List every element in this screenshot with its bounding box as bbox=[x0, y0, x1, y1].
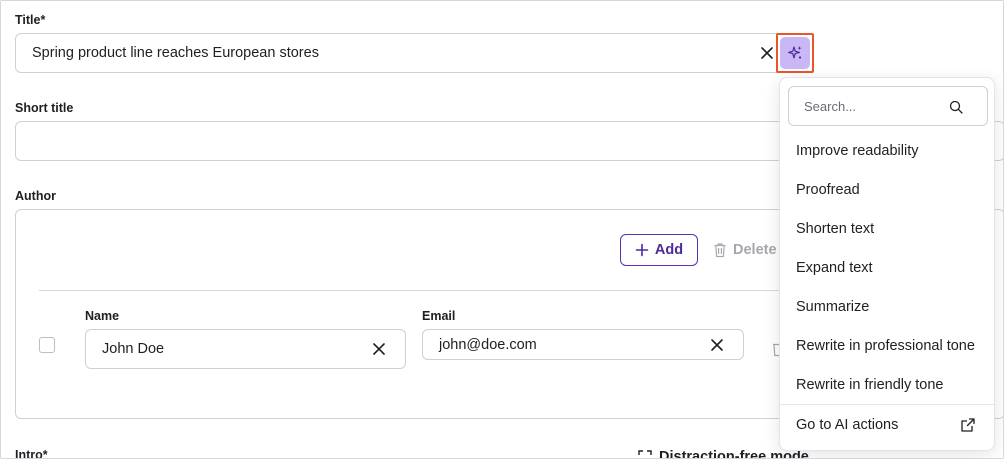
menu-item-label: Rewrite in professional tone bbox=[796, 338, 975, 354]
menu-item-label: Improve readability bbox=[796, 143, 919, 159]
menu-item-friendly-tone[interactable]: Rewrite in friendly tone bbox=[780, 368, 994, 402]
expand-icon bbox=[638, 450, 652, 455]
title-clear-icon[interactable] bbox=[759, 45, 775, 61]
ai-actions-button[interactable] bbox=[776, 33, 814, 73]
intro-label: Intro* bbox=[15, 448, 48, 459]
menu-item-go-to-ai-actions[interactable]: Go to AI actions bbox=[780, 408, 994, 442]
menu-separator bbox=[780, 404, 994, 405]
menu-item-professional-tone[interactable]: Rewrite in professional tone bbox=[780, 329, 994, 363]
email-input-value: john@doe.com bbox=[439, 336, 537, 353]
menu-item-label: Go to AI actions bbox=[796, 417, 899, 433]
title-input-value: Spring product line reaches European sto… bbox=[32, 45, 319, 61]
name-input-value: John Doe bbox=[102, 341, 165, 357]
menu-item-label: Rewrite in friendly tone bbox=[796, 377, 944, 393]
ai-menu-search bbox=[788, 86, 988, 126]
email-clear-icon[interactable] bbox=[709, 337, 725, 353]
short-title-label: Short title bbox=[15, 101, 74, 115]
ai-actions-menu: Improve readability Proofread Shorten te… bbox=[779, 77, 995, 451]
menu-item-label: Shorten text bbox=[796, 221, 875, 237]
menu-item-label: Expand text bbox=[796, 260, 873, 276]
menu-item-expand-text[interactable]: Expand text bbox=[780, 251, 994, 285]
sparkles-icon bbox=[788, 46, 802, 59]
author-row-checkbox[interactable] bbox=[39, 337, 55, 353]
menu-item-proofread[interactable]: Proofread bbox=[780, 173, 994, 207]
menu-item-summarize[interactable]: Summarize bbox=[780, 290, 994, 324]
author-label: Author bbox=[15, 189, 56, 203]
menu-item-shorten-text[interactable]: Shorten text bbox=[780, 212, 994, 246]
trash-icon bbox=[714, 243, 726, 258]
menu-item-improve-readability[interactable]: Improve readability bbox=[780, 134, 994, 168]
author-divider bbox=[39, 290, 799, 291]
editor-frame: Title* Spring product line reaches Europ… bbox=[0, 0, 1004, 459]
email-input[interactable]: john@doe.com bbox=[422, 329, 744, 360]
name-label: Name bbox=[85, 309, 120, 323]
distraction-free-toggle[interactable]: Distraction-free mode bbox=[637, 449, 809, 458]
menu-item-label: Summarize bbox=[796, 299, 870, 315]
title-label: Title* bbox=[15, 13, 46, 27]
email-label: Email bbox=[422, 309, 456, 323]
delete-author-label: Delete bbox=[733, 242, 777, 258]
add-author-label: Add bbox=[654, 242, 684, 258]
ai-menu-search-input[interactable] bbox=[804, 98, 944, 114]
add-author-button[interactable]: Add bbox=[620, 234, 698, 266]
title-input[interactable]: Spring product line reaches European sto… bbox=[15, 33, 785, 73]
menu-item-label: Proofread bbox=[796, 182, 860, 198]
name-input[interactable]: John Doe bbox=[85, 329, 406, 369]
ai-button-inner bbox=[780, 37, 810, 69]
plus-icon bbox=[635, 243, 649, 257]
delete-author-button[interactable]: Delete bbox=[713, 240, 777, 260]
name-clear-icon[interactable] bbox=[371, 341, 387, 357]
external-link-icon bbox=[961, 418, 975, 432]
search-icon bbox=[949, 100, 963, 114]
